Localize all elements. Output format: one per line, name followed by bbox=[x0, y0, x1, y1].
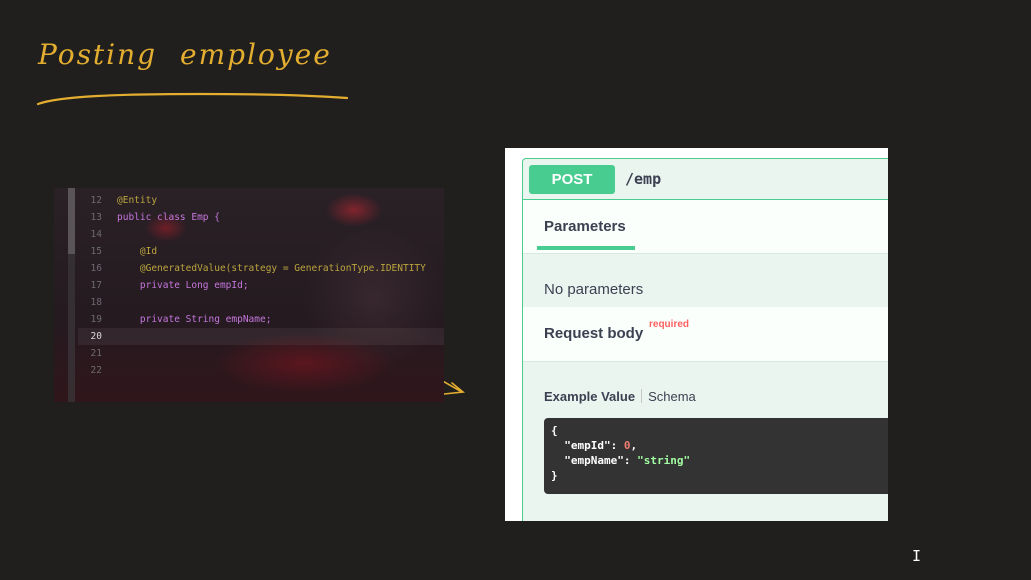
editor-scrollbar-thumb[interactable] bbox=[68, 188, 75, 254]
json-open-brace: { bbox=[551, 424, 558, 437]
parameters-tab[interactable]: Parameters bbox=[544, 218, 626, 235]
code-editor[interactable]: 12 @Entity 13 public class Emp { 14 15 @Id… bbox=[54, 188, 444, 402]
example-value-tab[interactable]: Example Value bbox=[544, 389, 635, 404]
code-line[interactable]: 19 private String empName; bbox=[78, 311, 444, 328]
swagger-panel: POST /emp Parameters No parameters Reque… bbox=[505, 148, 888, 521]
code-line[interactable]: 17 private Long empId; bbox=[78, 277, 444, 294]
no-parameters-text: No parameters bbox=[544, 281, 644, 298]
code-line[interactable]: 13 public class Emp { bbox=[78, 209, 444, 226]
operation-header[interactable]: POST /emp bbox=[523, 159, 888, 200]
example-json-block[interactable]: { "empId": 0, "empName": "string" } bbox=[544, 418, 888, 494]
code-line[interactable]: 16 @GeneratedValue(strategy = Generation… bbox=[78, 260, 444, 277]
post-method-badge[interactable]: POST bbox=[529, 165, 615, 194]
active-tab-underline bbox=[537, 246, 635, 250]
code-line-current[interactable]: 20 bbox=[78, 328, 444, 345]
operation-path[interactable]: /emp bbox=[625, 170, 661, 188]
post-operation-block: POST /emp Parameters No parameters Reque… bbox=[522, 158, 888, 521]
json-line-empname: "empName": "string" bbox=[564, 454, 691, 467]
connector-arrow-head bbox=[443, 382, 465, 395]
tab-divider bbox=[641, 389, 643, 403]
request-body-title: Request body bbox=[544, 325, 644, 342]
json-line-empid: "empId": 0, bbox=[564, 439, 638, 452]
parameters-section-header: Parameters bbox=[523, 200, 888, 254]
text-cursor-icon: I bbox=[912, 547, 922, 565]
code-line[interactable]: 14 bbox=[78, 226, 444, 243]
schema-tab[interactable]: Schema bbox=[648, 389, 696, 404]
required-badge: required bbox=[649, 319, 690, 330]
handwritten-title: Posting employee bbox=[38, 30, 358, 110]
code-line[interactable]: 21 bbox=[78, 345, 444, 362]
code-line[interactable]: 12 @Entity bbox=[78, 192, 444, 209]
code-line[interactable]: 18 bbox=[78, 294, 444, 311]
code-line[interactable]: 15 @Id bbox=[78, 243, 444, 260]
handwritten-word-employee: employee bbox=[180, 38, 332, 71]
request-body-section-header: Request body required bbox=[523, 307, 888, 362]
json-close-brace: } bbox=[551, 469, 558, 482]
code-line[interactable]: 22 bbox=[78, 362, 444, 379]
handwritten-word-posting: Posting bbox=[38, 38, 158, 71]
code-lines: 12 @Entity 13 public class Emp { 14 15 @Id… bbox=[78, 192, 444, 379]
example-tabs: Example Value Schema bbox=[544, 389, 696, 404]
